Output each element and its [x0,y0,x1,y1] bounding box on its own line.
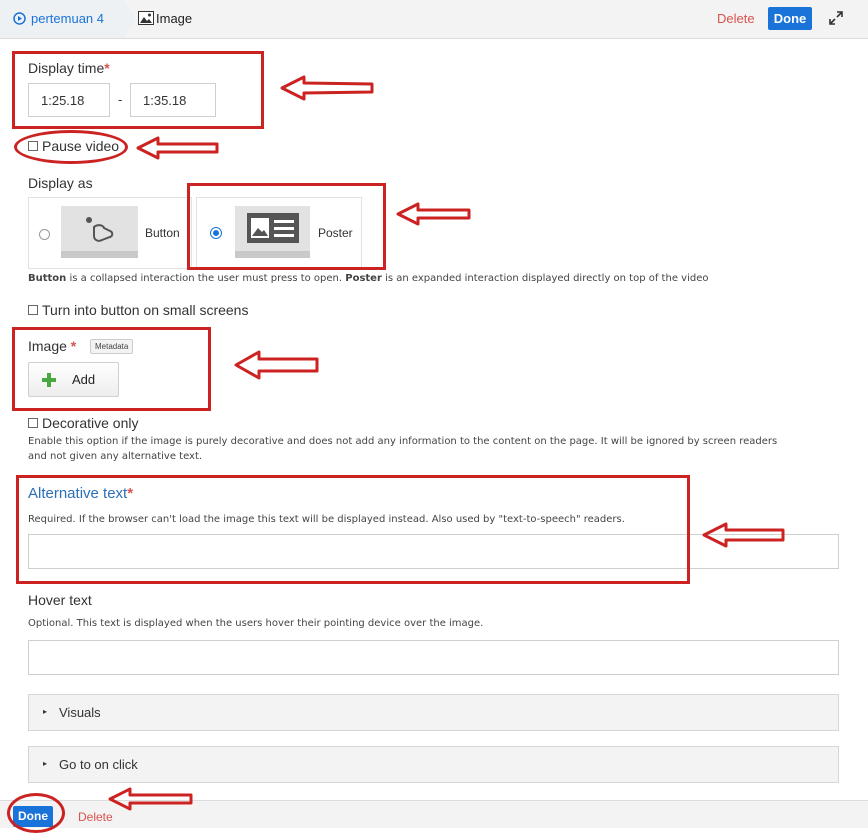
annotation-box-display-time [12,51,264,129]
annotation-ellipse-pause [14,130,128,164]
top-bar: pertemuan 4 Image Delete Done [0,0,868,39]
breadcrumb-video-label[interactable]: pertemuan 4 [31,11,104,26]
visuals-label: Visuals [59,705,101,720]
arrow-left-icon [136,136,219,160]
button-preview [61,206,138,258]
button-option-label: Button [145,226,180,240]
decorative-help-1: Enable this option if the image is purel… [28,436,778,447]
decorative-help-2: and not given any alternative text. [28,451,203,462]
display-as-label: Display as [28,175,93,191]
delete-link-bottom[interactable]: Delete [78,810,113,824]
caret-right-icon: ▸ [43,759,48,768]
play-circle-icon [13,12,26,25]
annotation-box-alt-text [16,475,690,584]
radio-button-option[interactable] [39,229,50,240]
goto-group[interactable]: ▸ Go to on click [28,746,839,783]
breadcrumb-video[interactable]: pertemuan 4 [0,0,136,38]
arrow-left-icon [108,787,193,811]
small-screens-option[interactable]: Turn into button on small screens [28,302,248,318]
delete-link-top[interactable]: Delete [717,11,755,26]
arrow-left-icon [702,522,785,548]
display-as-help: Button is a collapsed interaction the us… [28,273,709,284]
hover-text-help: Optional. This text is displayed when th… [28,618,484,629]
arrow-left-icon [234,350,319,380]
decorative-option[interactable]: Decorative only [28,415,139,431]
annotation-box-image [12,327,211,411]
visuals-group[interactable]: ▸ Visuals [28,694,839,731]
decorative-checkbox[interactable] [28,418,38,429]
image-icon [138,11,154,25]
arrow-left-icon [280,75,374,101]
arrow-left-icon [396,202,471,226]
pointer-hand-icon [86,217,114,242]
display-as-button-option[interactable]: Button [28,197,192,269]
hover-text-label: Hover text [28,592,92,608]
annotation-box-poster [187,183,386,270]
annotation-ellipse-done [7,793,65,833]
hover-text-input[interactable] [28,640,839,675]
small-screens-checkbox[interactable] [28,305,38,316]
breadcrumb-current: Image [156,11,193,26]
expand-icon[interactable] [828,10,844,26]
caret-right-icon: ▸ [43,707,48,716]
goto-label: Go to on click [59,757,138,772]
done-button-top[interactable]: Done [768,7,812,30]
